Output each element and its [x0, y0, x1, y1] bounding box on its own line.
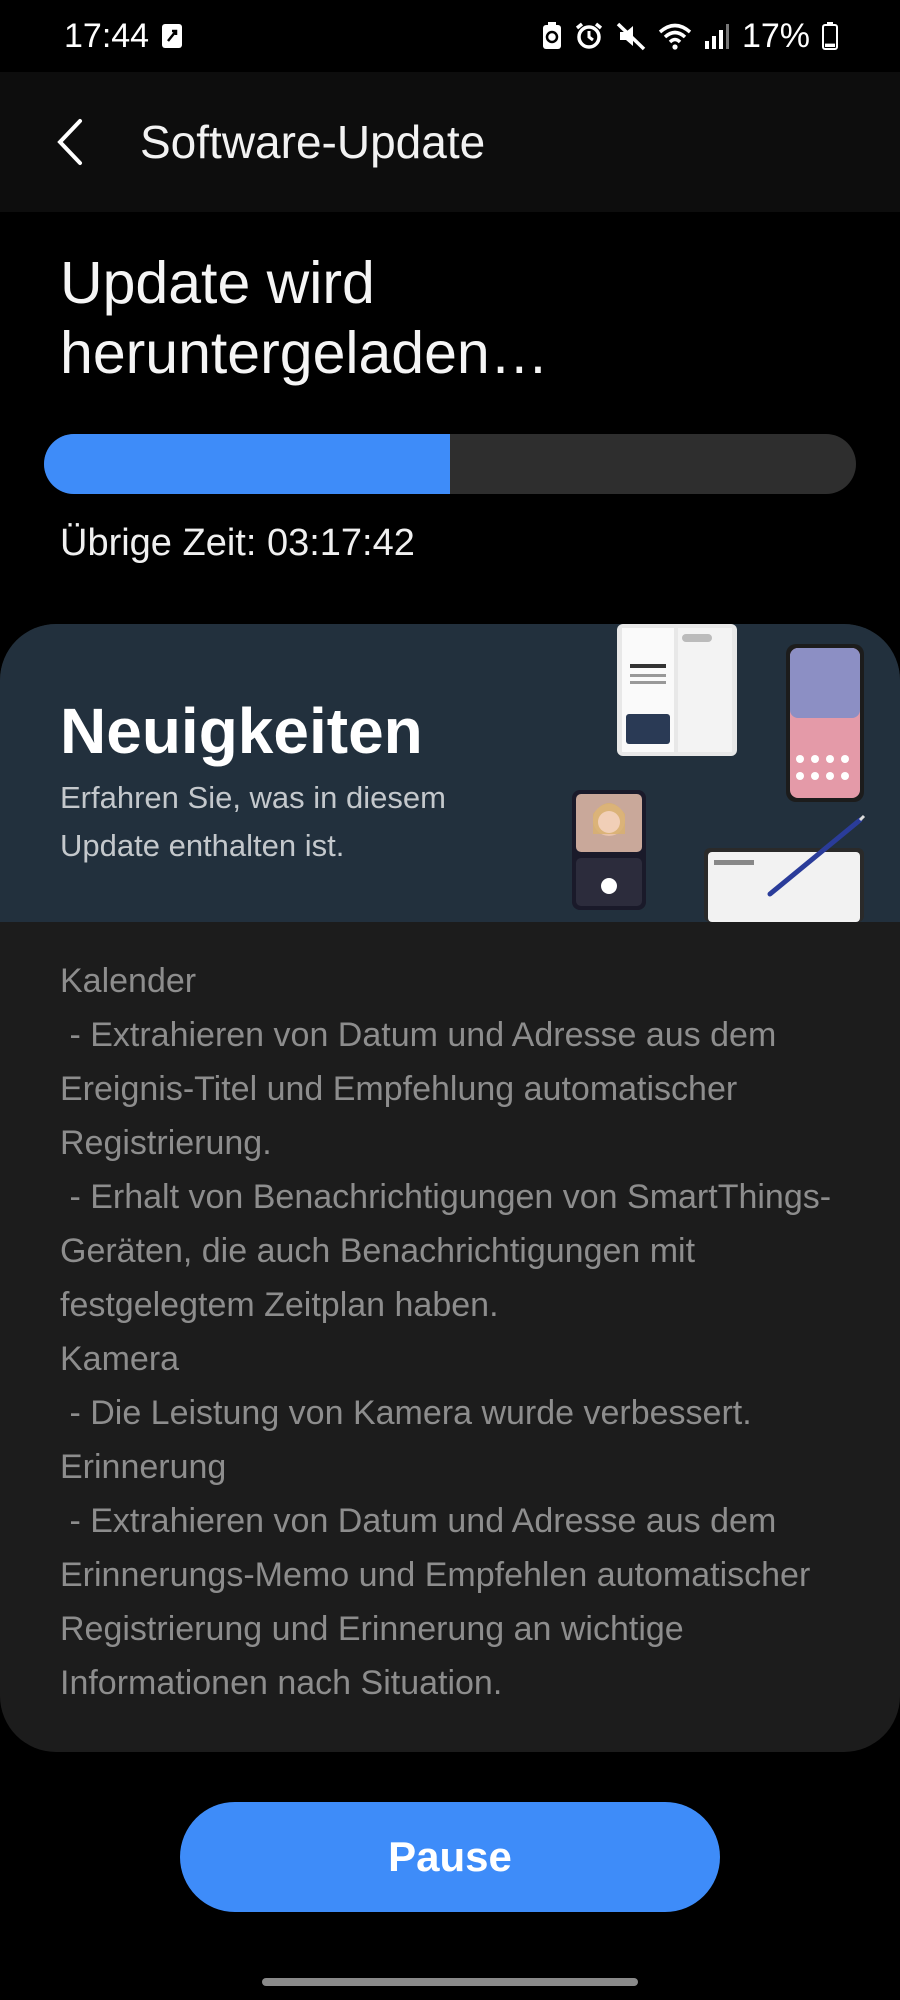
changelog-item: Erinnerung: [60, 1448, 227, 1486]
update-status-title: Update wird heruntergeladen…: [60, 250, 549, 386]
chevron-left-icon: [57, 119, 82, 165]
wifi-icon: [658, 22, 692, 50]
battery-saver-icon: [542, 22, 562, 50]
home-indicator[interactable]: [262, 1978, 638, 1986]
time-remaining-value: 03:17:42: [266, 522, 415, 564]
changelog-item: - Erhalt von Benachrichtigungen von Smar…: [60, 1178, 832, 1324]
signal-icon: [704, 22, 730, 50]
changelog-item: Kalender: [60, 962, 197, 1000]
alarm-icon: [574, 21, 604, 51]
changelog-item: Kamera: [60, 1340, 180, 1378]
mute-icon: [616, 21, 646, 51]
changelog-item: - Die Leistung von Kamera wurde verbesse…: [60, 1394, 752, 1432]
app-header: Software-Update: [0, 72, 900, 212]
whats-new-card[interactable]: Neuigkeiten Erfahren Sie, was in diesem …: [0, 624, 900, 1752]
app-notification-icon: [161, 23, 183, 49]
battery-percent: 17%: [741, 16, 810, 55]
time-remaining-label: Übrige Zeit:: [60, 522, 257, 564]
download-progress-bar: [44, 434, 856, 494]
whats-new-subtitle: Erfahren Sie, was in diesem Update entha…: [60, 780, 446, 863]
pause-button[interactable]: Pause: [180, 1802, 720, 1912]
changelog-item: - Extrahieren von Datum und Adresse aus …: [60, 1016, 786, 1162]
download-progress-fill: [44, 434, 450, 494]
status-time: 17:44: [64, 16, 150, 55]
time-remaining: Übrige Zeit: 03:17:42: [60, 522, 415, 565]
status-bar: 17:44 17%: [0, 0, 900, 72]
back-button[interactable]: [30, 102, 110, 182]
devices-illustration: [572, 624, 866, 922]
whats-new-heading: Neuigkeiten: [60, 695, 423, 767]
page-title: Software-Update: [140, 116, 486, 168]
changelog-list: Kalender - Extrahieren von Datum und Adr…: [60, 954, 860, 1710]
battery-icon: [822, 22, 838, 50]
whats-new-banner: Neuigkeiten Erfahren Sie, was in diesem …: [0, 624, 900, 922]
changelog-item: - Extrahieren von Datum und Adresse aus …: [60, 1502, 820, 1702]
